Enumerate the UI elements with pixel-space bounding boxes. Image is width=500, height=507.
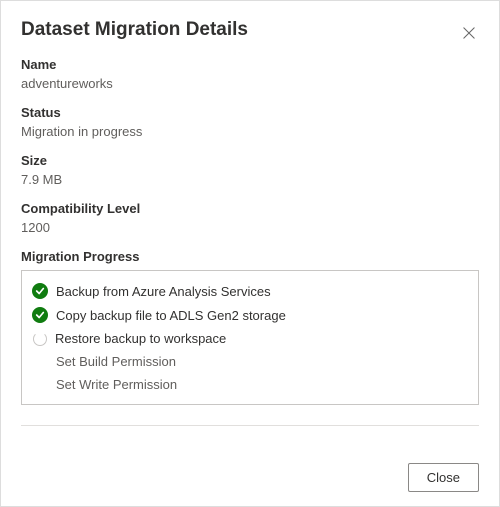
close-button[interactable]: Close <box>408 463 479 492</box>
field-status: Status Migration in progress <box>21 105 479 139</box>
field-compat: Compatibility Level 1200 <box>21 201 479 235</box>
name-label: Name <box>21 57 479 72</box>
step-label: Set Write Permission <box>56 377 177 392</box>
status-value: Migration in progress <box>21 124 479 139</box>
spinner-icon <box>33 332 47 346</box>
progress-step: Copy backup file to ADLS Gen2 storage <box>32 303 468 327</box>
name-value: adventureworks <box>21 76 479 91</box>
progress-step: Backup from Azure Analysis Services <box>32 279 468 303</box>
step-label: Copy backup file to ADLS Gen2 storage <box>56 308 286 323</box>
dialog-header: Dataset Migration Details <box>21 19 479 43</box>
progress-step: Restore backup to workspace <box>32 327 468 350</box>
compat-label: Compatibility Level <box>21 201 479 216</box>
dialog-footer: Close <box>21 451 479 492</box>
progress-step: Set Write Permission <box>32 373 468 396</box>
close-icon[interactable] <box>459 23 479 43</box>
check-icon <box>32 283 48 299</box>
step-label: Set Build Permission <box>56 354 176 369</box>
step-label: Backup from Azure Analysis Services <box>56 284 271 299</box>
field-size: Size 7.9 MB <box>21 153 479 187</box>
divider <box>21 425 479 426</box>
status-label: Status <box>21 105 479 120</box>
size-value: 7.9 MB <box>21 172 479 187</box>
migration-details-dialog: Dataset Migration Details Name adventure… <box>0 0 500 507</box>
step-label: Restore backup to workspace <box>55 331 226 346</box>
field-name: Name adventureworks <box>21 57 479 91</box>
dialog-title: Dataset Migration Details <box>21 19 248 41</box>
size-label: Size <box>21 153 479 168</box>
progress-step: Set Build Permission <box>32 350 468 373</box>
check-icon <box>32 307 48 323</box>
compat-value: 1200 <box>21 220 479 235</box>
progress-heading: Migration Progress <box>21 249 479 264</box>
progress-list: Backup from Azure Analysis Services Copy… <box>21 270 479 405</box>
